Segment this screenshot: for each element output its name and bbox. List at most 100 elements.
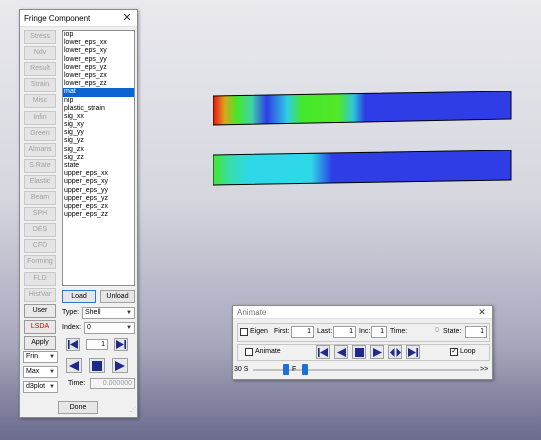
upper-part-shape: [212, 90, 512, 126]
list-item[interactable]: iop: [63, 31, 134, 39]
list-item[interactable]: nip: [63, 97, 134, 105]
last-frame-button[interactable]: [114, 338, 128, 351]
category-button-user[interactable]: User: [24, 303, 56, 318]
animate-titlebar: Animate ✕: [233, 306, 492, 319]
play-button[interactable]: [370, 345, 384, 359]
list-item[interactable]: upper_eps_zz: [63, 211, 134, 219]
fringe-title: Fringe Component: [24, 13, 91, 23]
stop-icon: [92, 360, 102, 371]
list-item[interactable]: upper_eps_xx: [63, 170, 134, 178]
category-button-lsda[interactable]: LSDA: [24, 319, 56, 334]
first-frame-button[interactable]: [66, 338, 80, 351]
load-button[interactable]: Load: [62, 290, 96, 303]
bounce-button[interactable]: [388, 345, 402, 359]
list-item[interactable]: lower_eps_zx: [63, 72, 134, 80]
fringe-component-list[interactable]: iop lower_eps_xx lower_eps_xy lower_eps_yy l…: [62, 30, 135, 286]
loop-checkbox[interactable]: ✓: [450, 348, 458, 356]
index-select[interactable]: 0 ▼: [84, 322, 135, 334]
fringe-mode-select[interactable]: Frin ▼: [23, 351, 58, 363]
list-item[interactable]: sig_xx: [63, 113, 134, 121]
fast-forward-label[interactable]: >>: [480, 366, 488, 373]
time-label: Time:: [390, 328, 408, 335]
list-item[interactable]: sig_zx: [63, 146, 134, 154]
stop-icon: [354, 347, 364, 357]
index-select-value: 0: [87, 324, 91, 331]
list-item[interactable]: lower_eps_yy: [63, 56, 134, 64]
eigen-label: Eigen: [250, 328, 268, 335]
lower-part-shape: [212, 149, 512, 186]
fringe-component-window: Fringe Component ✕ Stress Ndv Result Strain…: [19, 9, 138, 418]
last-frame-field[interactable]: 1: [333, 326, 356, 338]
stop-button[interactable]: [89, 358, 105, 373]
close-icon[interactable]: ✕: [121, 12, 133, 24]
list-item[interactable]: upper_eps_xy: [63, 178, 134, 186]
list-item[interactable]: upper_eps_zx: [63, 203, 134, 211]
resize-grip-icon[interactable]: ⋰: [130, 406, 136, 413]
category-button-infin[interactable]: Infin: [24, 110, 56, 125]
category-button-result[interactable]: Result: [24, 62, 56, 77]
speed-label: 30 S: [234, 366, 249, 373]
list-item[interactable]: sig_yz: [63, 137, 134, 145]
list-item[interactable]: upper_eps_yy: [63, 187, 134, 195]
first-frame-field[interactable]: 1: [291, 326, 314, 338]
category-button-cfd[interactable]: CFD: [24, 239, 56, 254]
plot-file-select[interactable]: d3plot ▼: [23, 381, 58, 393]
list-item[interactable]: sig_zz: [63, 154, 134, 162]
index-label: Index:: [62, 324, 82, 331]
skip-forward-icon: [116, 340, 126, 349]
category-button-des[interactable]: DES: [24, 223, 56, 238]
max-select[interactable]: Max ▼: [23, 366, 58, 378]
list-item[interactable]: sig_yy: [63, 129, 134, 137]
list-item[interactable]: lower_eps_zz: [63, 80, 134, 88]
category-button-stress[interactable]: Stress: [24, 30, 56, 44]
state-field[interactable]: 1: [465, 326, 487, 338]
animate-checkbox[interactable]: [245, 348, 253, 356]
category-button-histvar[interactable]: HistVar: [24, 287, 56, 302]
stop-button[interactable]: [352, 345, 366, 359]
category-button-forming[interactable]: Forming: [24, 255, 56, 270]
category-button-strain[interactable]: Strain: [24, 78, 56, 93]
eigen-checkbox[interactable]: [240, 328, 248, 336]
speed-slider-handle[interactable]: [283, 364, 289, 375]
previous-frame-button[interactable]: [66, 358, 82, 373]
play-backward-icon: [69, 360, 79, 371]
type-label: Type:: [62, 309, 80, 316]
unload-button[interactable]: Unload: [100, 290, 135, 303]
next-frame-button[interactable]: [112, 358, 128, 373]
frame-slider-handle[interactable]: [302, 364, 308, 375]
category-button-beam[interactable]: Beam: [24, 191, 56, 205]
done-button[interactable]: Done: [58, 401, 98, 414]
play-icon: [115, 360, 125, 371]
frame-number-field[interactable]: 1: [86, 339, 108, 350]
first-label: First:: [274, 328, 290, 335]
state-label: State:: [443, 328, 462, 335]
list-item[interactable]: plastic_strain: [63, 105, 134, 113]
category-button-apply[interactable]: Apply: [24, 335, 56, 350]
list-item[interactable]: lower_eps_yz: [63, 64, 134, 72]
list-item[interactable]: lower_eps_xy: [63, 47, 134, 55]
list-item[interactable]: sig_xy: [63, 121, 134, 129]
list-item[interactable]: lower_eps_xx: [63, 39, 134, 47]
inc-label: Inc:: [359, 328, 371, 335]
category-button-elastic[interactable]: Elastic: [24, 174, 56, 189]
category-button-misc[interactable]: Misc: [24, 94, 56, 109]
first-state-button[interactable]: [316, 345, 330, 359]
category-button-fld[interactable]: FLD: [24, 271, 56, 286]
close-icon[interactable]: ✕: [476, 307, 488, 318]
list-item[interactable]: state: [63, 162, 134, 170]
chevron-down-icon: ▼: [49, 384, 55, 390]
category-button-almans[interactable]: Almans: [24, 142, 56, 157]
category-button-green[interactable]: Green: [24, 126, 56, 141]
category-button-s-rate[interactable]: S.Rate: [24, 158, 56, 173]
last-state-button[interactable]: [406, 345, 420, 359]
bounce-icon: [389, 347, 401, 357]
list-item[interactable]: upper_eps_yz: [63, 195, 134, 203]
list-item[interactable]: mat: [63, 88, 134, 97]
category-button-ndv[interactable]: Ndv: [24, 46, 56, 61]
increment-field[interactable]: 1: [371, 326, 387, 338]
type-select[interactable]: Shell ▼: [82, 307, 135, 319]
time-label: Time:: [68, 380, 86, 387]
reverse-play-button[interactable]: [334, 345, 348, 359]
category-button-sph[interactable]: SPH: [24, 207, 56, 222]
skip-forward-icon: [408, 347, 418, 357]
